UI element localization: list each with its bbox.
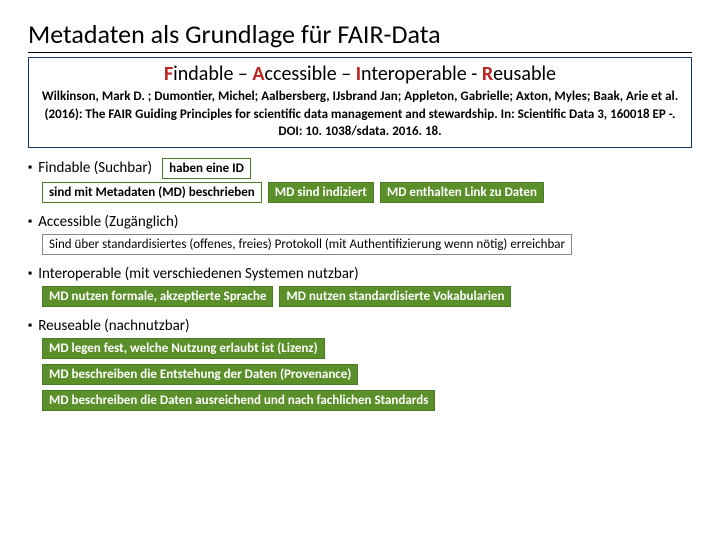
chip-provenance: MD beschreiben die Entstehung der Daten … (42, 364, 358, 385)
letter-a: A (252, 62, 264, 86)
fair-header-box: Findable – Accessible – Interoperable - … (28, 57, 692, 148)
slide: Metadaten als Grundlage für FAIR-Data Fi… (0, 0, 720, 421)
slide-title: Metadaten als Grundlage für FAIR-Data (28, 18, 692, 53)
chip-md-described: sind mit Metadaten (MD) beschrieben (42, 182, 262, 203)
section-reusable: Reuseable (nachnutzbar) MD legen fest, w… (28, 317, 692, 411)
findable-heading: Findable (Suchbar) (28, 159, 152, 177)
citation-text: Wilkinson, Mark D. ; Dumontier, Michel; … (39, 88, 681, 141)
chip-md-indexed: MD sind indiziert (268, 182, 374, 203)
accessible-heading: Accessible (Zugänglich) (28, 213, 692, 231)
letter-r: R (482, 62, 493, 86)
section-interoperable: Interoperable (mit verschiedenen Systeme… (28, 265, 692, 307)
section-accessible: Accessible (Zugänglich) Sind über standa… (28, 213, 692, 255)
word-accessible: ccessible (265, 62, 337, 86)
chip-protocol: Sind über standardisiertes (offenes, fre… (42, 234, 572, 255)
word-reusable: eusable (493, 62, 556, 86)
chip-standards: MD beschreiben die Daten ausreichend und… (42, 390, 435, 411)
chip-have-id: haben eine ID (162, 158, 251, 179)
reusable-heading: Reuseable (nachnutzbar) (28, 317, 692, 335)
word-interoperable: nteroperable (361, 62, 467, 86)
letter-f: F (164, 62, 173, 86)
section-findable: Findable (Suchbar) haben eine ID sind mi… (28, 158, 692, 203)
chip-md-link: MD enthalten Link zu Daten (380, 182, 544, 203)
chip-formal-language: MD nutzen formale, akzeptierte Sprache (42, 286, 273, 307)
chip-vocabularies: MD nutzen standardisierte Vokabularien (279, 286, 511, 307)
chip-license: MD legen fest, welche Nutzung erlaubt is… (42, 338, 325, 359)
word-findable: indable (173, 62, 233, 86)
interoperable-heading: Interoperable (mit verschiedenen Systeme… (28, 265, 692, 283)
fair-acronym-line: Findable – Accessible – Interoperable - … (39, 60, 681, 88)
